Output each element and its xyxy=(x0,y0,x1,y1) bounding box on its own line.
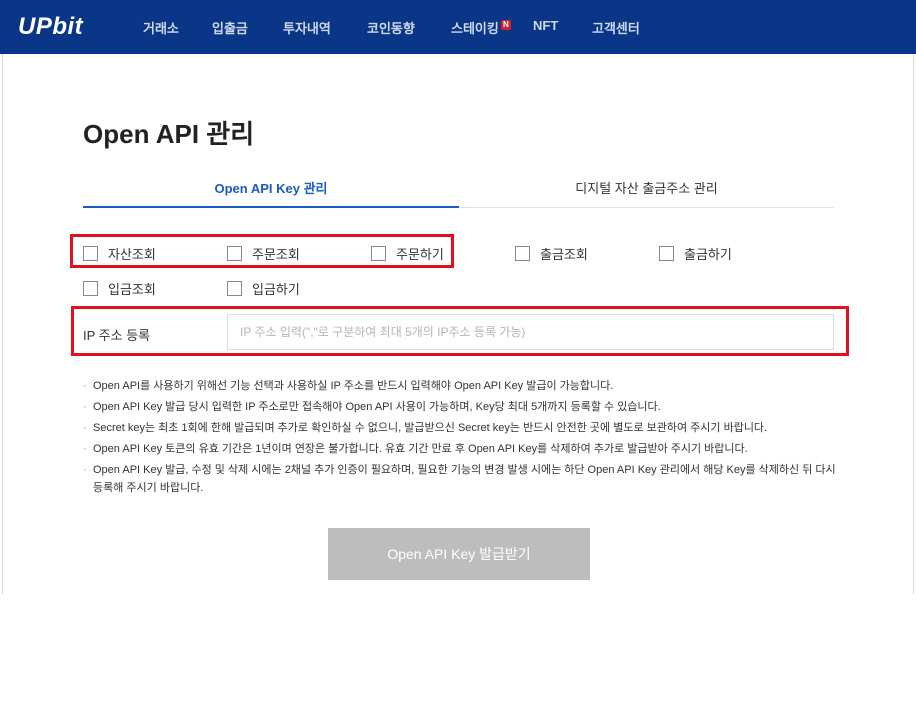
nav-item-customer-center[interactable]: 고객센터 xyxy=(592,18,640,37)
tab-withdrawal-address-management[interactable]: 디지털 자산 출금주소 관리 xyxy=(459,178,834,197)
nav-item-deposit-withdraw[interactable]: 입출금 xyxy=(212,18,248,37)
notice-item: Open API Key 발급, 수정 및 삭제 시에는 2채널 추가 인증이 … xyxy=(83,461,843,497)
checkbox-box[interactable] xyxy=(227,281,242,296)
nav-label: 고객센터 xyxy=(592,21,640,36)
permission-highlight-box xyxy=(70,234,454,268)
nav-label: 스테이킹 xyxy=(451,21,499,36)
checkbox-box[interactable] xyxy=(515,246,530,261)
nav-item-investments[interactable]: 투자내역 xyxy=(283,18,331,37)
checkbox-deposit[interactable]: 입금하기 xyxy=(227,279,300,298)
notice-item: Open API Key 발급 당시 입력한 IP 주소로만 접속해야 Open… xyxy=(83,398,843,416)
upbit-logo[interactable]: UPbit xyxy=(18,13,83,41)
checkbox-withdraw[interactable]: 출금하기 xyxy=(659,244,732,263)
nav-label: 투자내역 xyxy=(283,21,331,36)
notice-item: Open API Key 토큰의 유효 기간은 1년이며 연장은 불가합니다. … xyxy=(83,440,843,458)
checkbox-deposit-inquiry[interactable]: 입금조회 xyxy=(83,279,156,298)
nav-item-staking[interactable]: 스테이킹 N xyxy=(451,18,511,37)
tab-open-api-key-management[interactable]: Open API Key 관리 xyxy=(83,178,459,197)
nav-label: 거래소 xyxy=(143,21,179,36)
checkbox-label: 입금하기 xyxy=(252,282,300,297)
new-badge: N xyxy=(500,20,511,30)
top-navigation-bar: UPbit 거래소 입출금 투자내역 코인동향 스테이킹 N NFT 고객센터 xyxy=(0,0,916,54)
nav-item-exchange[interactable]: 거래소 xyxy=(143,18,179,37)
issue-api-key-button[interactable]: Open API Key 발급받기 xyxy=(328,528,590,580)
checkbox-box[interactable] xyxy=(83,281,98,296)
tab-divider xyxy=(459,207,834,208)
checkbox-label: 입금조회 xyxy=(108,282,156,297)
checkbox-label: 출금하기 xyxy=(684,247,732,262)
nav-item-coin-trends[interactable]: 코인동향 xyxy=(367,18,415,37)
checkbox-box[interactable] xyxy=(659,246,674,261)
checkbox-label: 출금조회 xyxy=(540,247,588,262)
nav-label: 코인동향 xyxy=(367,21,415,36)
active-tab-indicator xyxy=(83,206,459,208)
nav-label: NFT xyxy=(533,18,559,33)
notice-item: Open API를 사용하기 위해선 기능 선택과 사용하실 IP 주소를 반드… xyxy=(83,377,843,395)
page-title: Open API 관리 xyxy=(83,119,255,149)
notice-list: Open API를 사용하기 위해선 기능 선택과 사용하실 IP 주소를 반드… xyxy=(83,377,843,500)
notice-item: Secret key는 최초 1회에 한해 발급되며 추가로 확인하실 수 없으… xyxy=(83,419,843,437)
nav-label: 입출금 xyxy=(212,21,248,36)
ip-highlight-box xyxy=(71,306,849,356)
checkbox-withdrawal-inquiry[interactable]: 출금조회 xyxy=(515,244,588,263)
nav-item-nft[interactable]: NFT xyxy=(533,18,558,33)
